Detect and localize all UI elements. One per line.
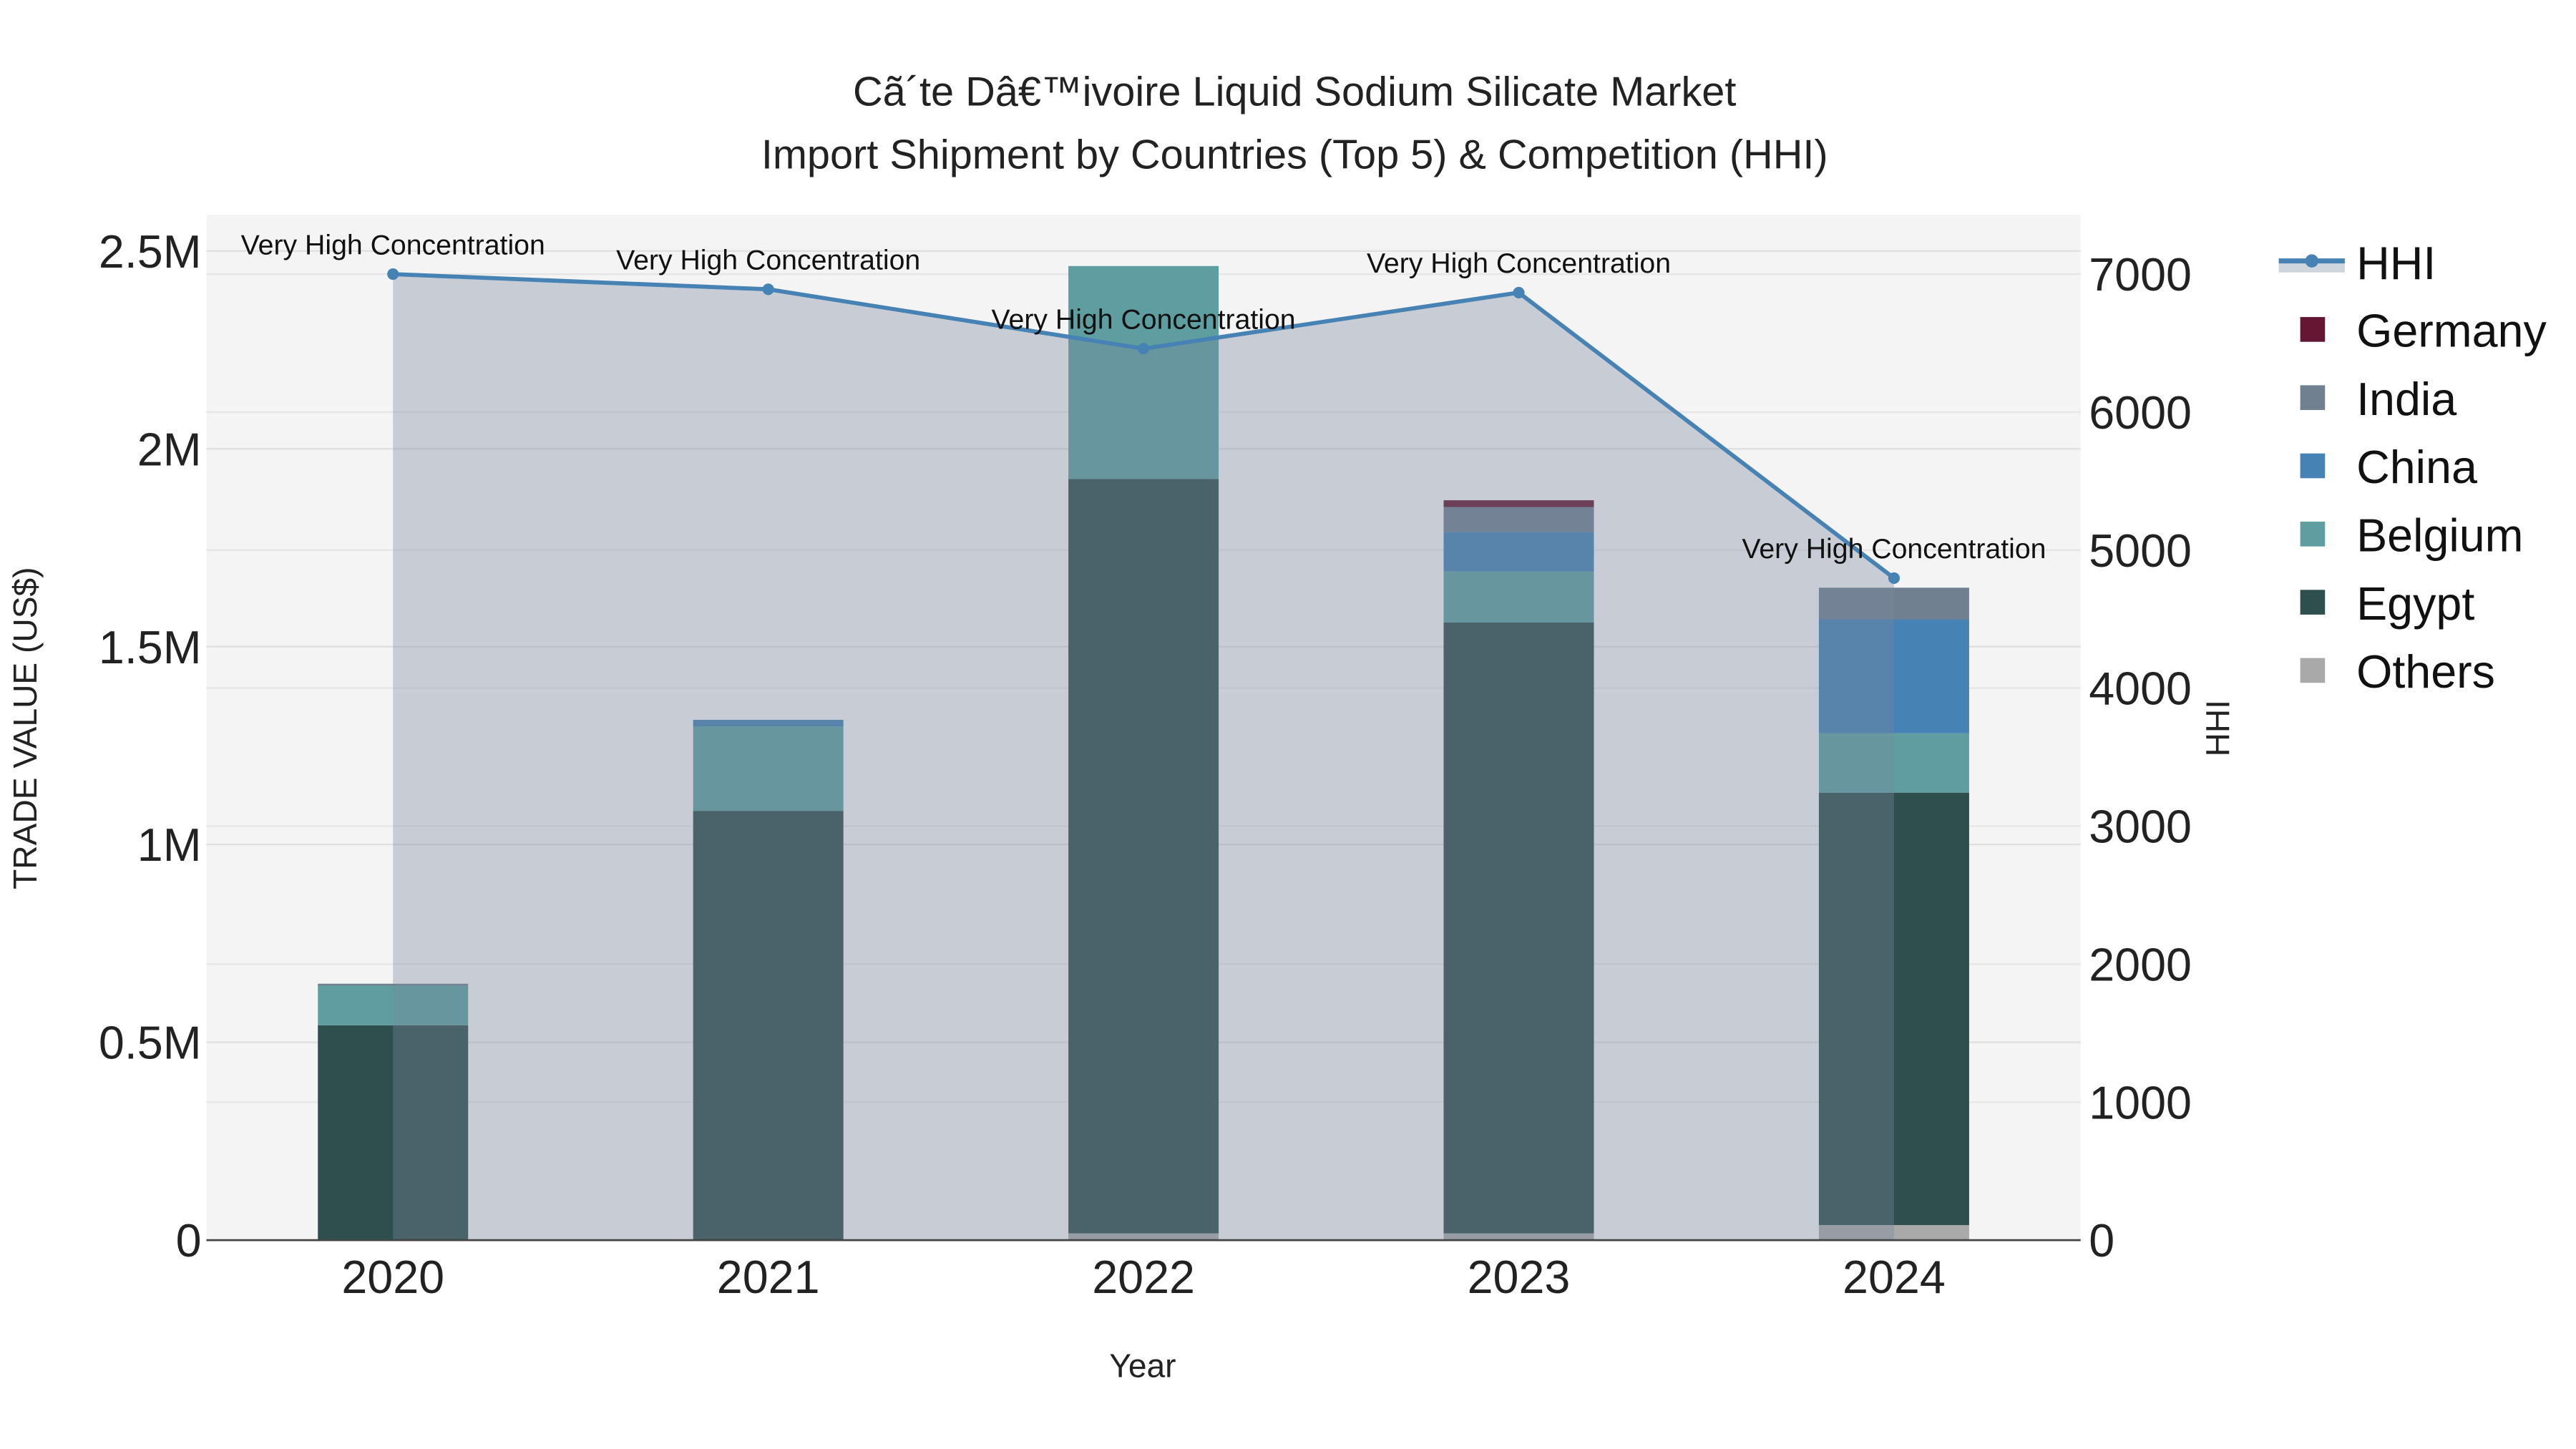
legend-swatch-germany <box>2300 317 2326 342</box>
hhi-point-2020 <box>387 268 399 280</box>
y-axis-label: TRADE VALUE (US$) <box>6 567 44 889</box>
y-tick-label: 0.5M <box>99 1018 202 1069</box>
y2-tick-label: 7000 <box>2089 249 2192 301</box>
y2-tick-label: 0 <box>2089 1215 2114 1267</box>
legend-label-china[interactable]: China <box>2356 441 2477 493</box>
y2-tick-label: 3000 <box>2089 801 2192 853</box>
legend-label-hhi[interactable]: HHI <box>2356 238 2436 289</box>
y-tick-label: 1M <box>137 819 202 871</box>
legend-hhi-marker <box>2305 254 2318 268</box>
x-tick-label: 2020 <box>341 1252 444 1303</box>
hhi-annotation: Very High Concentration <box>241 229 545 260</box>
y2-tick-label: 5000 <box>2089 525 2192 577</box>
legend-swatch-others <box>2300 658 2326 683</box>
hhi-annotation: Very High Concentration <box>616 245 920 276</box>
legend-label-others[interactable]: Others <box>2356 646 2495 698</box>
y2-tick-label: 6000 <box>2089 387 2192 439</box>
x-tick-label: 2022 <box>1092 1252 1195 1303</box>
chart-title-line2: Import Shipment by Countries (Top 5) & C… <box>761 132 1828 177</box>
chart: Very High Concentration Very High Concent… <box>6 69 2547 1385</box>
legend: HHI Germany India China Belgium Egypt Others <box>2278 238 2547 698</box>
x-axis-label: Year <box>1109 1347 1176 1385</box>
legend-swatch-egypt <box>2300 590 2326 615</box>
legend-swatch-india <box>2300 385 2326 410</box>
hhi-point-2021 <box>762 283 774 296</box>
hhi-annotation: Very High Concentration <box>1742 533 2046 565</box>
x-tick-label: 2023 <box>1468 1252 1571 1303</box>
y2-tick-label: 4000 <box>2089 663 2192 715</box>
y2-axis-label: HHI <box>2199 700 2236 756</box>
legend-swatch-belgium <box>2300 522 2326 547</box>
hhi-annotation: Very High Concentration <box>1367 248 1671 279</box>
y2-tick-label: 2000 <box>2089 939 2192 990</box>
legend-label-belgium[interactable]: Belgium <box>2356 510 2523 562</box>
hhi-area <box>393 274 1894 1241</box>
chart-title-line1: Cã´te Dâ€™ivoire Liquid Sodium Silicate … <box>853 69 1736 115</box>
hhi-point-2022 <box>1138 343 1150 355</box>
y-tick-label: 1.5M <box>99 622 202 673</box>
x-tick-label: 2024 <box>1843 1252 1946 1303</box>
y-tick-label: 2M <box>137 424 202 475</box>
legend-label-india[interactable]: India <box>2356 374 2457 425</box>
legend-label-egypt[interactable]: Egypt <box>2356 578 2474 630</box>
y-tick-label: 0 <box>176 1215 202 1267</box>
legend-swatch-china <box>2300 453 2326 479</box>
hhi-annotation: Very High Concentration <box>992 304 1296 336</box>
legend-label-germany[interactable]: Germany <box>2356 306 2547 357</box>
y2-tick-label: 1000 <box>2089 1077 2192 1128</box>
x-tick-label: 2021 <box>717 1252 820 1303</box>
hhi-point-2023 <box>1513 286 1525 298</box>
y-tick-label: 2.5M <box>99 226 202 278</box>
hhi-point-2024 <box>1888 572 1900 585</box>
